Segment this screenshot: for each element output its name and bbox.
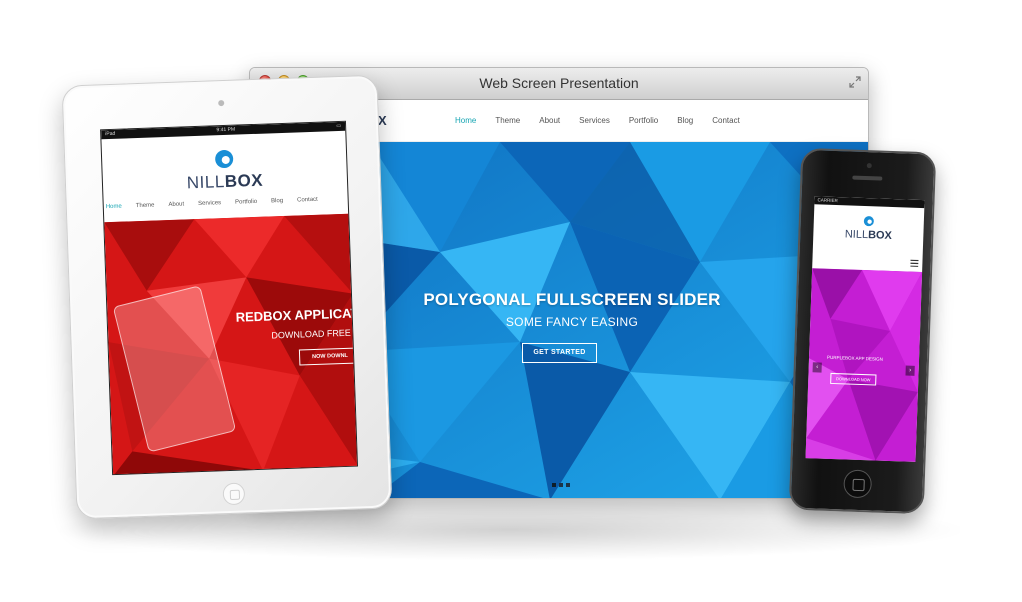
- phone-logo-thin: NILL: [844, 228, 869, 242]
- tablet-nav-item-home[interactable]: Home: [106, 204, 122, 211]
- tablet-camera-icon: [218, 99, 225, 107]
- tablet-nav-item-services[interactable]: Services: [198, 200, 221, 207]
- slider-pagination: [552, 483, 570, 487]
- phone-device: CARRIER NILLBOX ‹ › PURPLEBOX APP DESIGN…: [788, 147, 937, 515]
- tablet-status-bar: iPad 9:41 PM ▭: [101, 121, 346, 140]
- slider-dot[interactable]: [559, 483, 563, 487]
- tablet-status-left: iPad: [105, 130, 116, 138]
- fullscreen-icon[interactable]: [848, 75, 862, 89]
- phone-screen: CARRIER NILLBOX ‹ › PURPLEBOX APP DESIGN…: [805, 196, 925, 462]
- hero-title: POLYGONAL FULLSCREEN SLIDER: [423, 290, 721, 309]
- tablet-logo[interactable]: NILLBOX: [103, 168, 348, 197]
- purple-polygon-background: [805, 268, 923, 462]
- site-logo[interactable]: X: [378, 113, 387, 128]
- tablet-hero[interactable]: REDBOX APPLICAT DOWNLOAD FREE NOW DOWNL: [104, 213, 358, 476]
- tablet-download-button[interactable]: NOW DOWNL: [298, 347, 358, 366]
- slider-dot[interactable]: [552, 483, 556, 487]
- browser-nav-item-blog[interactable]: Blog: [677, 116, 693, 125]
- phone-hero[interactable]: ‹ › PURPLEBOX APP DESIGN DOWNLOAD NOW: [805, 268, 923, 462]
- tablet-status-time: 9:41 PM: [216, 126, 236, 134]
- slider-dot[interactable]: [566, 483, 570, 487]
- nillbox-logo-icon: [215, 150, 234, 169]
- phone-status-bar: CARRIER: [814, 196, 925, 209]
- tablet-nav-item-theme[interactable]: Theme: [136, 202, 155, 209]
- phone-logo[interactable]: NILLBOX: [813, 227, 923, 243]
- phone-logo-icon: [863, 216, 874, 227]
- tablet-nav-item-about[interactable]: About: [168, 201, 184, 208]
- browser-nav-item-services[interactable]: Services: [579, 116, 610, 125]
- browser-nav-item-portfolio[interactable]: Portfolio: [629, 116, 658, 125]
- tablet-nav-item-portfolio[interactable]: Portfolio: [235, 199, 257, 206]
- hamburger-menu-icon[interactable]: [910, 259, 919, 267]
- phone-logo-bold: BOX: [867, 229, 893, 242]
- tablet-device: iPad 9:41 PM ▭ NILLBOX Home Theme About Ser…: [61, 74, 393, 520]
- tablet-nav-item-contact[interactable]: Contact: [297, 197, 318, 204]
- phone-download-button[interactable]: DOWNLOAD NOW: [830, 372, 877, 386]
- tablet-home-button[interactable]: [222, 482, 246, 506]
- site-nav: Home Theme About Services Portfolio Blog Conta…: [455, 116, 759, 125]
- browser-nav-item-home[interactable]: Home: [455, 116, 476, 125]
- phone-next-slide-icon[interactable]: ›: [905, 365, 915, 376]
- phone-prev-slide-icon[interactable]: ‹: [812, 362, 822, 373]
- tablet-logo-bold: BOX: [224, 170, 264, 192]
- tablet-status-right: ▭: [336, 122, 342, 130]
- hero-subtitle: SOME FANCY EASING: [505, 315, 639, 329]
- tablet-logo-thin: NILL: [186, 172, 226, 193]
- tablet-nav-item-blog[interactable]: Blog: [271, 198, 283, 204]
- phone-home-button[interactable]: [843, 469, 873, 499]
- tablet-screen: iPad 9:41 PM ▭ NILLBOX Home Theme About Ser…: [100, 120, 358, 476]
- browser-nav-item-contact[interactable]: Contact: [712, 116, 740, 125]
- browser-nav-item-about[interactable]: About: [539, 116, 560, 125]
- phone-camera-icon: [866, 163, 872, 169]
- get-started-button[interactable]: GET STARTED: [522, 343, 597, 363]
- phone-speaker: [852, 175, 883, 181]
- tablet-nav: Home Theme About Services Portfolio Blog Conta…: [106, 196, 332, 210]
- browser-nav-item-theme[interactable]: Theme: [495, 116, 520, 125]
